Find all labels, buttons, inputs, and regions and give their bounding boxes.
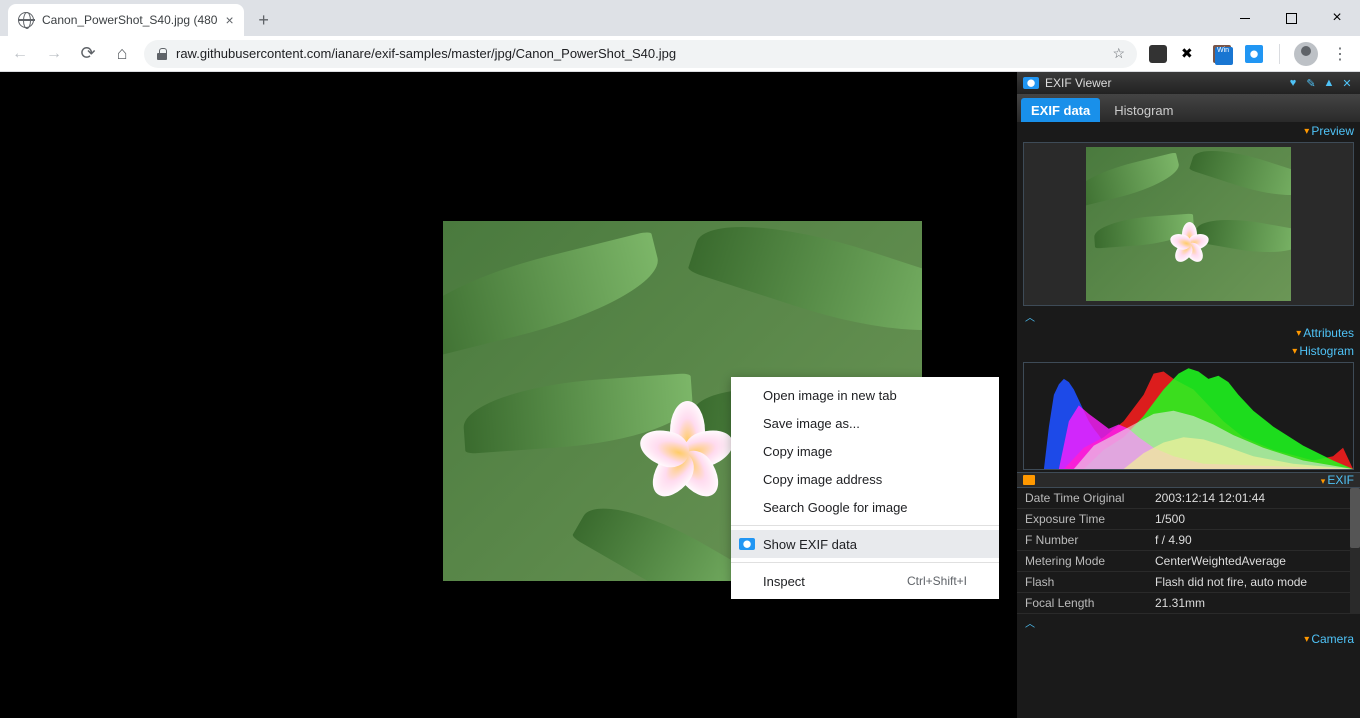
exif-panel: ⬤ EXIF Viewer ♥ ✎ ▲ ✕ EXIF data Histogra…: [1017, 72, 1360, 718]
exif-row: FlashFlash did not fire, auto mode: [1017, 572, 1360, 593]
exif-section-icon: [1023, 475, 1035, 485]
url-text: raw.githubusercontent.com/ianare/exif-sa…: [176, 46, 676, 61]
exif-icon: ⬤: [739, 538, 755, 550]
panel-action-pencil-icon[interactable]: ✎: [1304, 76, 1318, 90]
panel-header: ⬤ EXIF Viewer ♥ ✎ ▲ ✕: [1017, 72, 1360, 94]
ctx-search-google[interactable]: Search Google for image: [731, 493, 999, 521]
home-button[interactable]: [110, 42, 134, 66]
tab-title: Canon_PowerShot_S40.jpg (480: [42, 13, 217, 27]
panel-icon: ⬤: [1023, 77, 1039, 89]
exif-row: Metering ModeCenterWeightedAverage: [1017, 551, 1360, 572]
image-viewer: Open image in new tab Save image as... C…: [0, 72, 1017, 718]
browser-titlebar: Canon_PowerShot_S40.jpg (480 × + ×: [0, 0, 1360, 36]
panel-action-warning-icon[interactable]: ▲: [1322, 76, 1336, 90]
section-camera[interactable]: Camera: [1017, 630, 1360, 648]
exif-value: f / 4.90: [1147, 530, 1360, 551]
tab-close-icon[interactable]: ×: [225, 12, 233, 28]
panel-action-heart-icon[interactable]: ♥: [1286, 76, 1300, 90]
content-area: Open image in new tab Save image as... C…: [0, 72, 1360, 718]
ctx-open-new-tab[interactable]: Open image in new tab: [731, 381, 999, 409]
ctx-shortcut: Ctrl+Shift+I: [907, 574, 967, 588]
minimize-button[interactable]: [1222, 0, 1268, 36]
exif-row: Focal Length21.31mm: [1017, 593, 1360, 614]
exif-row: Date Time Original2003:12:14 12:01:44: [1017, 488, 1360, 509]
panel-tabs: EXIF data Histogram: [1017, 94, 1360, 122]
panel-action-close-icon[interactable]: ✕: [1340, 76, 1354, 90]
ctx-label: Search Google for image: [763, 500, 908, 515]
url-bar[interactable]: raw.githubusercontent.com/ianare/exif-sa…: [144, 40, 1137, 68]
histogram-chart: [1023, 362, 1354, 470]
exif-key: Flash: [1017, 572, 1147, 593]
ctx-copy-address[interactable]: Copy image address: [731, 465, 999, 493]
exif-key: Focal Length: [1017, 593, 1147, 614]
exif-extension-icon[interactable]: ⬤: [1243, 43, 1265, 65]
browser-tab[interactable]: Canon_PowerShot_S40.jpg (480 ×: [8, 4, 244, 36]
exif-value: 21.31mm: [1147, 593, 1360, 614]
extension-icon-3[interactable]: Win: [1211, 43, 1233, 65]
exif-key: Exposure Time: [1017, 509, 1147, 530]
exif-row: Exposure Time1/500: [1017, 509, 1360, 530]
exif-value: Flash did not fire, auto mode: [1147, 572, 1360, 593]
exif-value: 1/500: [1147, 509, 1360, 530]
forward-button[interactable]: [42, 42, 66, 66]
ctx-inspect[interactable]: Inspect Ctrl+Shift+I: [731, 567, 999, 595]
browser-menu-icon[interactable]: ⋮: [1328, 44, 1352, 64]
exif-row: F Numberf / 4.90: [1017, 530, 1360, 551]
section-histogram[interactable]: Histogram: [1017, 342, 1360, 360]
maximize-button[interactable]: [1268, 0, 1314, 36]
ctx-label: Save image as...: [763, 416, 860, 431]
exif-value: 2003:12:14 12:01:44: [1147, 488, 1360, 509]
tab-histogram[interactable]: Histogram: [1104, 98, 1183, 122]
ctx-label: Inspect: [763, 574, 805, 589]
scrollbar[interactable]: [1350, 488, 1360, 614]
browser-toolbar: raw.githubusercontent.com/ianare/exif-sa…: [0, 36, 1360, 72]
extension-icon-2[interactable]: ✖: [1179, 43, 1201, 65]
close-button[interactable]: ×: [1314, 0, 1360, 36]
section-attributes[interactable]: Attributes: [1017, 324, 1360, 342]
collapse-chevron-icon[interactable]: ︿: [1017, 614, 1360, 630]
ctx-label: Copy image address: [763, 472, 882, 487]
profile-avatar[interactable]: [1294, 42, 1318, 66]
exif-key: F Number: [1017, 530, 1147, 551]
ctx-label: Open image in new tab: [763, 388, 897, 403]
preview-thumbnail: [1023, 142, 1354, 306]
section-exif[interactable]: EXIF: [1017, 472, 1360, 488]
bookmark-star-icon[interactable]: ☆: [1112, 45, 1125, 62]
separator: [1279, 44, 1280, 64]
lock-icon: [156, 48, 168, 60]
ctx-label: Copy image: [763, 444, 832, 459]
reload-button[interactable]: [76, 42, 100, 66]
exif-key: Date Time Original: [1017, 488, 1147, 509]
section-preview[interactable]: Preview: [1017, 122, 1360, 140]
ctx-show-exif[interactable]: ⬤ Show EXIF data: [731, 530, 999, 558]
back-button[interactable]: [8, 42, 32, 66]
exif-value: CenterWeightedAverage: [1147, 551, 1360, 572]
scrollbar-thumb[interactable]: [1350, 488, 1360, 548]
ctx-separator: [731, 525, 999, 526]
ctx-copy-image[interactable]: Copy image: [731, 437, 999, 465]
ctx-save-as[interactable]: Save image as...: [731, 409, 999, 437]
window-controls: ×: [1222, 0, 1360, 36]
exif-table: Date Time Original2003:12:14 12:01:44Exp…: [1017, 488, 1360, 614]
context-menu: Open image in new tab Save image as... C…: [731, 377, 999, 599]
tab-exif-data[interactable]: EXIF data: [1021, 98, 1100, 122]
exif-key: Metering Mode: [1017, 551, 1147, 572]
collapse-chevron-icon[interactable]: ︿: [1017, 308, 1360, 324]
ctx-label: Show EXIF data: [763, 537, 857, 552]
globe-icon: [18, 12, 34, 28]
new-tab-button[interactable]: +: [250, 6, 278, 34]
extension-icon-1[interactable]: [1147, 43, 1169, 65]
ctx-separator: [731, 562, 999, 563]
panel-title: EXIF Viewer: [1045, 76, 1111, 90]
